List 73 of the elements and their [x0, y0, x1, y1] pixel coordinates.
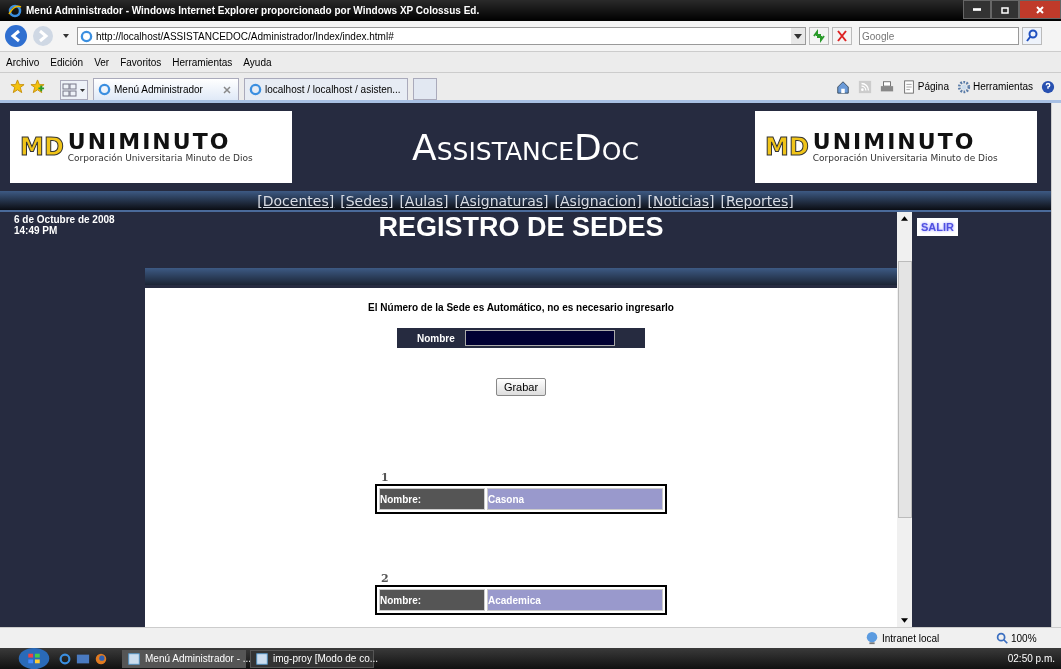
browser-logo-icon — [8, 3, 22, 18]
dropdown-icon[interactable] — [791, 28, 805, 44]
quick-tabs-icon[interactable] — [60, 80, 88, 100]
page-heading: REGISTRO DE SEDES — [378, 212, 664, 242]
clock: 02:50 p.m. — [1007, 653, 1056, 664]
page-icon — [98, 83, 111, 96]
info-text: El Número de la Sede es Automático, no es necesario ingresarlo — [368, 302, 674, 313]
document-icon — [901, 79, 916, 94]
table-cell: Nombre: — [379, 488, 485, 510]
globe-icon — [865, 631, 879, 645]
table-cell: Casona — [487, 488, 663, 510]
nav-link[interactable]: [Asignacion] — [554, 192, 642, 210]
university-logo: MD UNIMINUTO Corporación Universitaria Minuto de Dios — [755, 111, 1037, 183]
table-cell: Academica — [487, 589, 663, 611]
help-icon[interactable] — [1041, 79, 1055, 94]
browser-tab[interactable]: localhost / localhost / asisten... — [244, 78, 408, 100]
nav-link[interactable]: [Docentes] — [257, 192, 335, 210]
close-button[interactable] — [1019, 0, 1061, 19]
address-field[interactable]: http://localhost/ASSISTANCEDOC/Administrador/Index/index.html# — [77, 27, 806, 45]
time-text: 14:49 PM — [14, 225, 59, 236]
page-icon — [80, 29, 93, 43]
scrollbar[interactable] — [897, 212, 912, 627]
restore-icon — [1000, 4, 1010, 15]
menu-item[interactable]: Herramientas — [172, 56, 233, 68]
menu-item[interactable]: Ayuda — [243, 56, 272, 68]
record-number: 2 — [380, 572, 390, 585]
security-zone: Intranet local — [865, 631, 995, 645]
search-field[interactable]: Google — [859, 27, 1019, 45]
menu-item[interactable]: Edición — [50, 56, 84, 68]
tools-menu[interactable]: Herramientas — [956, 79, 1033, 94]
field-label: Nombre — [417, 332, 455, 344]
menu-item[interactable]: Favoritos — [120, 56, 162, 68]
nav-link[interactable]: [Aulas] — [399, 192, 449, 210]
record-number: 1 — [380, 471, 390, 484]
name-input[interactable] — [464, 330, 615, 346]
add-favorite-icon[interactable] — [30, 79, 45, 94]
nav-link[interactable]: [Reportes] — [720, 192, 794, 210]
magnifier-icon — [995, 631, 1009, 645]
browser-icon[interactable] — [58, 651, 72, 666]
save-button[interactable]: Grabar — [495, 378, 547, 396]
print-icon[interactable] — [879, 79, 894, 94]
page-icon — [249, 83, 262, 96]
caret-icon[interactable] — [62, 32, 70, 40]
browser-tab[interactable]: Menú Administrador — [93, 78, 239, 100]
window-icon — [127, 651, 141, 666]
page-menu[interactable]: Página — [901, 79, 949, 94]
minimize-icon — [973, 8, 981, 11]
restore-button[interactable] — [991, 0, 1019, 19]
zoom-level[interactable]: 100% — [995, 631, 1061, 645]
nav-link[interactable]: [Sedes] — [340, 192, 394, 210]
gear-icon — [956, 79, 971, 94]
site-title: AssistanceDoc — [412, 127, 639, 168]
page-scrollbar[interactable] — [1051, 103, 1061, 627]
home-icon[interactable] — [835, 79, 850, 94]
menu-item[interactable]: Archivo — [6, 56, 40, 68]
table-cell: Nombre: — [379, 589, 485, 611]
nav-link[interactable]: [Noticias] — [647, 192, 715, 210]
university-logo: MD UNIMINUTO Corporación Universitaria Minuto de Dios — [10, 111, 292, 183]
logout-button[interactable]: SALIR — [917, 218, 958, 236]
search-icon[interactable] — [1022, 27, 1042, 45]
close-icon — [1035, 4, 1045, 15]
stop-icon[interactable] — [832, 27, 852, 45]
back-button[interactable] — [4, 24, 28, 48]
window-title: Menú Administrador - Windows Internet Explorer proporcionado por Windows XP Colossus Ed. — [26, 5, 480, 16]
nav-link[interactable]: [Asignaturas] — [454, 192, 549, 210]
date-text: 6 de Octubre de 2008 — [14, 214, 116, 225]
star-icon[interactable] — [10, 79, 25, 94]
menu-item[interactable]: Ver — [94, 56, 110, 68]
scroll-up-icon[interactable] — [901, 216, 908, 221]
scroll-down-icon[interactable] — [901, 618, 908, 623]
minimize-button[interactable] — [963, 0, 991, 19]
close-tab-icon[interactable] — [222, 84, 232, 95]
window-icon — [255, 651, 269, 666]
